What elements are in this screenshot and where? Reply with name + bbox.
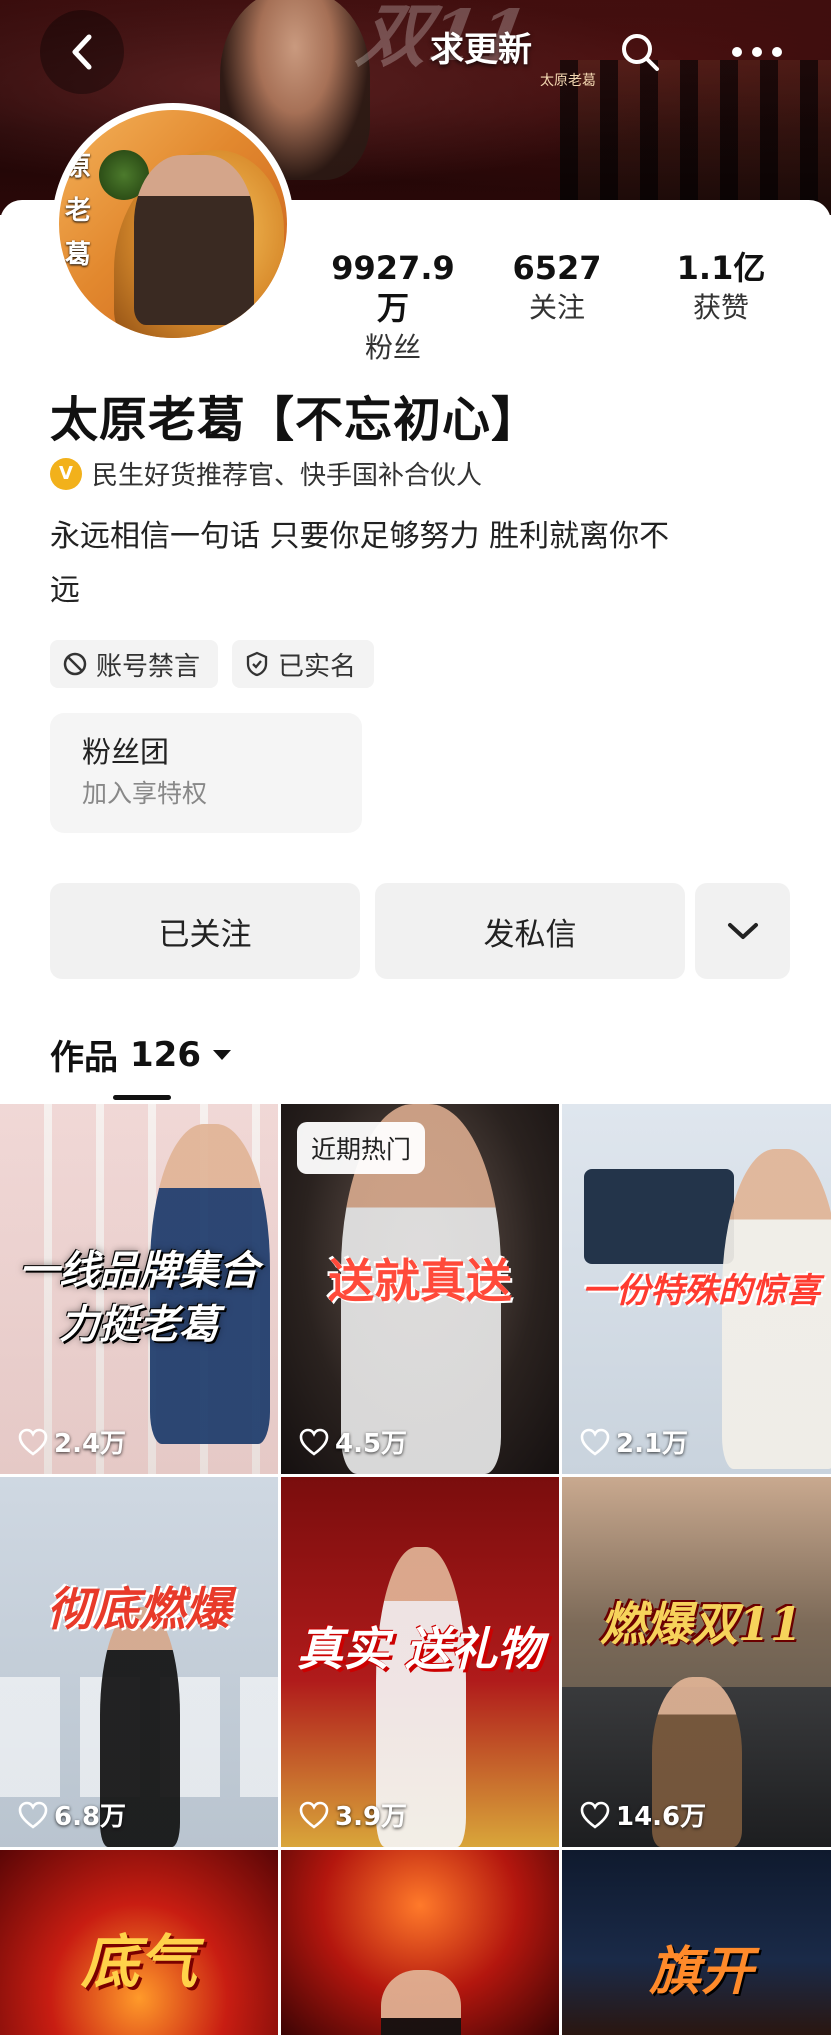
video-title: 一份特殊的惊喜 xyxy=(582,1271,820,1311)
video-title: 底气 xyxy=(80,1928,197,1996)
search-button[interactable] xyxy=(598,10,682,94)
ban-icon xyxy=(63,652,87,676)
verification-line: V 民生好货推荐官、快手国补合伙人 xyxy=(50,455,482,492)
bio-line: 永远相信一句话 只要你足够努力 胜利就离你不 xyxy=(50,519,670,554)
banner-background-art xyxy=(560,60,831,215)
video-thumbnail[interactable]: 真实 送礼物 3.9万 xyxy=(281,1477,559,1847)
video-title: 送就真送 xyxy=(328,1254,512,1308)
video-thumbnail[interactable]: 送就真送 近期热门 4.5万 xyxy=(281,1104,559,1474)
following-button[interactable]: 已关注 xyxy=(50,883,360,979)
banner-title: 求更新 xyxy=(430,30,532,70)
heart-icon xyxy=(299,1428,329,1456)
avatar-text: 原老葛 xyxy=(65,152,92,270)
avatar-person-shape xyxy=(134,155,254,325)
stat-following[interactable]: 6527 关注 xyxy=(482,248,632,328)
video-thumbnail[interactable]: 一份特殊的惊喜 2.1万 xyxy=(562,1104,831,1474)
profile-name: 太原老葛【不忘初心】 xyxy=(50,392,541,448)
stat-followers[interactable]: 9927.9万 粉丝 xyxy=(318,248,468,368)
stat-value: 9927.9万 xyxy=(331,249,455,327)
likes-count: 2.4万 xyxy=(54,1429,127,1459)
video-likes: 2.1万 xyxy=(580,1423,688,1460)
heart-icon xyxy=(299,1801,329,1829)
video-thumbnail[interactable]: 燃爆双11 14.6万 xyxy=(562,1477,831,1847)
more-button[interactable] xyxy=(715,10,799,94)
profile-actions: 已关注 发私信 xyxy=(50,883,790,979)
video-title: 一线品牌集合 力挺老葛 xyxy=(19,1247,259,1348)
stat-label: 粉丝 xyxy=(364,331,421,364)
heart-icon xyxy=(580,1801,610,1829)
video-thumbnail[interactable]: 彻底燃爆 6.8万 xyxy=(0,1477,278,1847)
works-label: 作品 xyxy=(50,1038,118,1078)
tag-label: 已实名 xyxy=(278,651,357,682)
video-likes: 4.5万 xyxy=(299,1423,407,1460)
hot-badge: 近期热门 xyxy=(297,1122,426,1174)
stat-likes[interactable]: 1.1亿 获赞 xyxy=(646,248,796,328)
video-title: 旗开 xyxy=(648,1941,753,2002)
fan-club-title: 粉丝团 xyxy=(82,735,170,769)
video-likes: 3.9万 xyxy=(299,1796,407,1833)
likes-count: 6.8万 xyxy=(54,1802,127,1832)
back-arrow-icon xyxy=(72,34,92,70)
banner-subtitle: 太原老葛 xyxy=(540,73,596,89)
more-icon xyxy=(732,47,782,57)
bio-line: 远 xyxy=(50,573,80,608)
send-message-button[interactable]: 发私信 xyxy=(375,883,685,979)
fan-club-card[interactable]: 粉丝团 加入享特权 xyxy=(50,713,362,833)
video-likes: 14.6万 xyxy=(580,1796,706,1833)
verification-text: 民生好货推荐官、快手国补合伙人 xyxy=(92,461,483,491)
likes-count: 14.6万 xyxy=(616,1802,707,1832)
shield-icon xyxy=(246,651,268,677)
video-title: 燃爆双11 xyxy=(599,1597,802,1651)
stat-value: 6527 xyxy=(512,249,602,287)
stat-value: 1.1亿 xyxy=(676,249,766,287)
likes-count: 4.5万 xyxy=(335,1429,408,1459)
back-button[interactable] xyxy=(40,10,124,94)
video-likes: 2.4万 xyxy=(18,1423,126,1460)
profile-bio: 永远相信一句话 只要你足够努力 胜利就离你不 远 xyxy=(50,510,790,618)
works-count: 126 xyxy=(130,1034,201,1075)
fan-club-subtitle: 加入享特权 xyxy=(82,779,208,808)
video-title: 真实 送礼物 xyxy=(296,1622,543,1676)
video-thumbnail[interactable]: 一线品牌集合 力挺老葛 2.4万 xyxy=(0,1104,278,1474)
video-likes: 6.8万 xyxy=(18,1796,126,1833)
works-tab-indicator xyxy=(113,1095,171,1100)
tag-account-muted: 账号禁言 xyxy=(50,640,219,688)
stat-label: 获赞 xyxy=(692,291,749,324)
works-tab[interactable]: 作品 126 xyxy=(50,1030,233,1079)
works-grid: 一线品牌集合 力挺老葛 2.4万 送就真送 近期热门 4.5万 一份特殊的惊喜 … xyxy=(0,1104,831,2035)
search-icon xyxy=(622,34,659,71)
video-thumbnail[interactable]: 底气 xyxy=(0,1850,278,2035)
video-thumbnail[interactable]: 旗开 xyxy=(562,1850,831,2035)
verified-icon: V xyxy=(50,457,82,490)
tag-label: 账号禁言 xyxy=(96,651,201,682)
heart-icon xyxy=(18,1428,48,1456)
avatar[interactable]: 原老葛 xyxy=(52,103,294,345)
heart-icon xyxy=(580,1428,610,1456)
profile-tags: 账号禁言 已实名 xyxy=(50,640,375,688)
heart-icon xyxy=(18,1801,48,1829)
likes-count: 2.1万 xyxy=(616,1429,689,1459)
expand-more-button[interactable] xyxy=(695,883,790,979)
likes-count: 3.9万 xyxy=(335,1802,408,1832)
caret-down-icon xyxy=(212,1049,231,1060)
stat-label: 关注 xyxy=(528,291,585,324)
video-title: 彻底燃爆 xyxy=(47,1582,231,1636)
video-thumbnail[interactable] xyxy=(281,1850,559,2035)
chevron-down-icon xyxy=(727,923,758,939)
tag-real-name: 已实名 xyxy=(232,640,375,688)
